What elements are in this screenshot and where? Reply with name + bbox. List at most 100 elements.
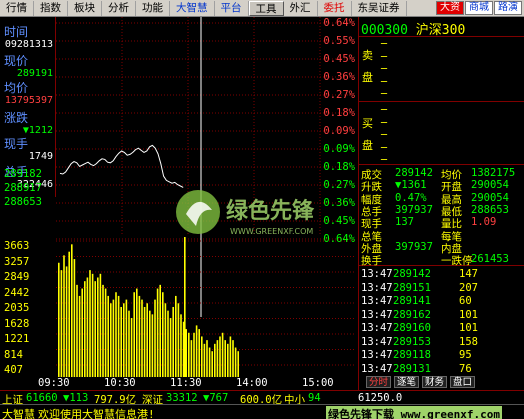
menu-dzh[interactable]: 大智慧 xyxy=(170,0,215,16)
button-mall[interactable]: 商城 xyxy=(465,1,493,15)
sell-level: ─ xyxy=(381,51,388,63)
volume-bar xyxy=(154,299,156,377)
tick-time: 13:47 xyxy=(361,295,393,307)
menu-broker[interactable]: 东吴证券 xyxy=(352,0,407,16)
volume-bar xyxy=(120,306,122,377)
volume-bar xyxy=(128,310,130,377)
stat-value: 0.47% xyxy=(395,191,427,204)
app-window: 行情 指数 板块 分析 功能 大智慧 平台 工具 外汇 委托 东吴证券 大资 商… xyxy=(0,0,524,419)
volume-bar xyxy=(224,340,226,377)
tick-time: 13:47 xyxy=(361,349,393,361)
price-label: 现价 xyxy=(4,54,29,68)
tab-ticks[interactable]: 逐笔 xyxy=(394,376,420,388)
tick-time: 13:47 xyxy=(361,362,393,375)
buy-level: ─ xyxy=(381,117,388,129)
volume-bar xyxy=(227,343,229,377)
volume-bar xyxy=(63,255,65,377)
volume-bar xyxy=(89,270,91,377)
msg-text: 欢迎使用大智慧信息港! xyxy=(38,408,155,419)
volume-bar xyxy=(112,299,115,377)
tick-volume: 101 xyxy=(459,308,478,321)
message-bar: 大智慧 欢迎使用大智慧信息港! 绿色先锋下载 www.greenxf.com xyxy=(0,404,524,419)
tick-price: 289131 xyxy=(393,362,431,375)
time-tick: 15:00 xyxy=(302,377,334,389)
volume-bar xyxy=(97,277,99,377)
volume-bar xyxy=(159,284,161,377)
volume-bar xyxy=(198,329,200,377)
tick-time: 13:47 xyxy=(361,335,393,348)
menu-forex[interactable]: 外汇 xyxy=(284,0,318,16)
volume-bar xyxy=(195,325,198,377)
tab-orderbook[interactable]: 盘口 xyxy=(450,376,476,388)
volume-bar xyxy=(76,284,78,377)
menu-trade[interactable]: 委托 xyxy=(318,0,352,16)
percent-tick: 0.45% xyxy=(323,53,355,65)
volume-tick: 2442 xyxy=(4,286,30,299)
volume-bar xyxy=(133,292,135,377)
price-value: 289191 xyxy=(16,68,53,79)
volume-bar xyxy=(141,299,143,377)
sell-level: ─ xyxy=(381,76,388,88)
buy-level: ─ xyxy=(381,105,388,116)
avg-label: 均价 xyxy=(4,81,29,95)
volume-bar xyxy=(177,303,180,377)
time-label: 时间 xyxy=(4,25,29,39)
volume-bar xyxy=(99,273,102,377)
price-tick-1: 289182 xyxy=(4,168,42,180)
watermark-banner: 绿色先锋下载 www.greenxf.com xyxy=(326,406,502,419)
volume-bar xyxy=(193,332,195,377)
menu-quotes[interactable]: 行情 xyxy=(0,0,34,16)
volume-bar xyxy=(123,303,125,377)
sell-label-2: 盘 xyxy=(362,72,373,84)
tick-volume: 158 xyxy=(459,335,478,348)
volume-tick: 2849 xyxy=(4,271,30,283)
stat-value: 290054 xyxy=(471,179,509,192)
volume-bar xyxy=(219,336,221,377)
volume-bar xyxy=(164,303,167,377)
quote-panel: 000300 沪深300 卖 盘 买 盘 ─ ─ ─ ─ ─ ─ ─ ─ ─ ─ 成交 289142 均… xyxy=(358,17,524,397)
volume-bar xyxy=(167,310,169,377)
menu-tools[interactable]: 工具 xyxy=(248,0,284,16)
percent-tick: 0.09% xyxy=(323,143,355,155)
stat-value: 261453 xyxy=(471,253,509,266)
time-tick: 11:30 xyxy=(170,377,202,389)
menu-platform[interactable]: 平台 xyxy=(215,0,249,16)
percent-tick: 0.64% xyxy=(323,233,355,245)
volume-bar xyxy=(172,306,174,377)
panel-tabs: 分时 逐笔 财务 盘口 xyxy=(358,376,524,390)
button-dazi[interactable]: 大资 xyxy=(436,1,464,15)
tab-minute[interactable]: 分时 xyxy=(366,376,392,388)
volume-bar xyxy=(180,314,182,377)
stat-label: 一跌停 xyxy=(441,255,473,268)
volume-bar xyxy=(81,288,83,377)
tick-time: 13:47 xyxy=(361,281,393,294)
tick-volume: 147 xyxy=(459,268,478,280)
volume-tick: 814 xyxy=(4,348,23,361)
change-label: 涨跌 xyxy=(4,111,29,125)
tick-price: 289162 xyxy=(393,308,431,321)
svg-text:WWW.GREENXF.COM: WWW.GREENXF.COM xyxy=(230,227,313,236)
hand-label: 现手 xyxy=(4,137,29,151)
volume-bar xyxy=(78,295,81,377)
tick-price: 289118 xyxy=(393,349,431,361)
buy-label-2: 盘 xyxy=(362,140,373,152)
menu-index[interactable]: 指数 xyxy=(34,0,68,16)
stat-value: 397937 xyxy=(395,203,433,216)
volume-bar xyxy=(162,292,164,377)
tick-volume: 60 xyxy=(459,295,472,307)
volume-bar xyxy=(149,310,151,377)
volume-bar xyxy=(86,277,89,377)
sh-change: ▼113 xyxy=(63,392,89,404)
buy-label-1: 买 xyxy=(362,118,373,130)
menu-function[interactable]: 功能 xyxy=(136,0,170,16)
volume-bar xyxy=(115,292,117,377)
menu-sector[interactable]: 板块 xyxy=(68,0,102,16)
stat-value: 397937 xyxy=(395,240,433,253)
volume-bar xyxy=(201,336,203,377)
tab-finance[interactable]: 财务 xyxy=(422,376,448,388)
menu-analysis[interactable]: 分析 xyxy=(102,0,136,16)
volume-bar xyxy=(136,288,138,377)
button-roadshow[interactable]: 路演 xyxy=(494,1,522,15)
volume-tick: 2035 xyxy=(4,302,30,314)
sell-level: ─ xyxy=(381,89,388,100)
